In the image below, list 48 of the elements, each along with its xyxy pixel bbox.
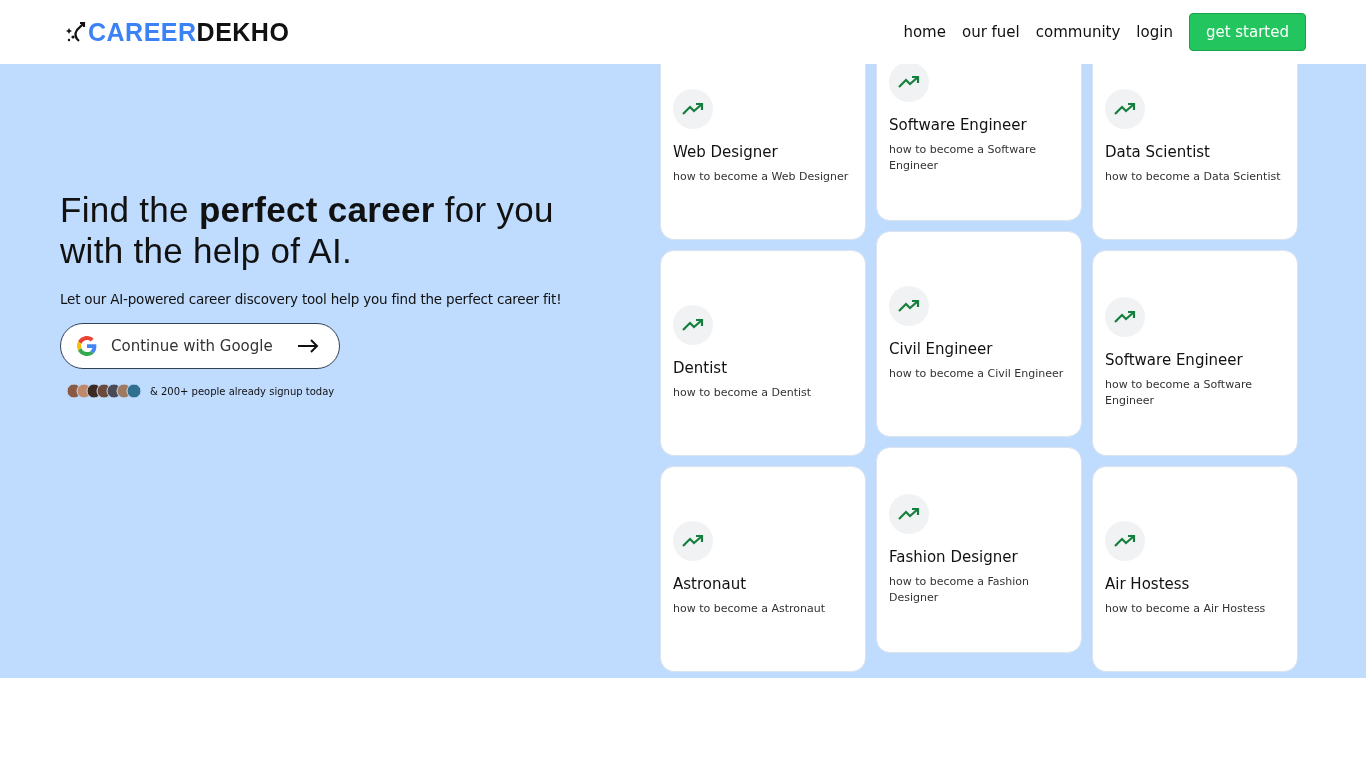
career-description: how to become a Web Designer — [673, 169, 850, 185]
trend-up-icon — [1105, 521, 1145, 561]
nav-link[interactable]: community — [1035, 23, 1121, 41]
logo-icon — [64, 20, 86, 44]
career-description: how to become a Data Scientist — [1105, 169, 1282, 185]
hero-heading: Find the perfect career for you with the help of AI. — [60, 189, 555, 271]
nav-link[interactable]: home — [903, 23, 946, 41]
hero-subtitle: Let our AI-powered career discovery tool help you find the perfect career fit! — [60, 291, 563, 307]
trend-up-icon — [673, 305, 713, 345]
signup-count-text: & 200+ people already signup today — [150, 385, 335, 397]
career-description: how to become a Civil Engineer — [889, 366, 1065, 382]
career-card[interactable]: Astronaut how to become a Astronaut — [660, 466, 866, 672]
career-title: Fashion Designer — [889, 548, 1019, 566]
career-description: how to become a Software Engineer — [889, 142, 1037, 174]
career-card[interactable]: Civil Engineer how to become a Civil Engineer — [876, 231, 1082, 437]
career-card[interactable]: Web Designer how to become a Web Designer — [660, 64, 866, 240]
career-description: how to become a Software Engineer — [1105, 377, 1253, 409]
career-card[interactable]: Software Engineer how to become a Software Engineer — [1092, 250, 1298, 456]
trend-up-icon — [889, 494, 929, 534]
nav-link[interactable]: our fuel — [961, 23, 1020, 41]
trend-up-icon — [1105, 89, 1145, 129]
career-description: how to become a Air Hostess — [1105, 601, 1267, 617]
career-description: how to become a Dentist — [673, 385, 813, 401]
career-title: Air Hostess — [1105, 575, 1191, 593]
career-title: Astronaut — [673, 575, 748, 593]
career-title: Dentist — [673, 359, 729, 377]
arrow-right-icon — [297, 339, 319, 353]
trend-up-icon — [673, 521, 713, 561]
trend-up-icon — [1105, 297, 1145, 337]
nav-link[interactable]: login — [1136, 23, 1173, 41]
google-icon — [77, 336, 97, 356]
career-card[interactable]: Software Engineer how to become a Software Engineer — [876, 64, 1082, 221]
career-title: Software Engineer — [1105, 351, 1244, 369]
trend-up-icon — [889, 64, 929, 102]
career-card[interactable]: Fashion Designer how to become a Fashion Designer — [876, 447, 1082, 653]
career-title: Data Scientist — [1105, 143, 1211, 161]
career-card[interactable]: Data Scientist how to become a Data Scientist — [1092, 64, 1298, 240]
career-description: how to become a Fashion Designer — [889, 574, 1030, 606]
career-title: Software Engineer — [889, 116, 1028, 134]
career-title: Civil Engineer — [889, 340, 994, 358]
logo-text[interactable]: CAREERDEKHO — [88, 17, 290, 47]
career-card[interactable]: Air Hostess how to become a Air Hostess — [1092, 466, 1298, 672]
career-title: Web Designer — [673, 143, 779, 161]
trend-up-icon — [673, 89, 713, 129]
career-description: how to become a Astronaut — [673, 601, 827, 617]
google-signin-button[interactable]: Continue with Google — [60, 323, 340, 369]
trend-up-icon — [889, 286, 929, 326]
career-card[interactable]: Dentist how to become a Dentist — [660, 250, 866, 456]
